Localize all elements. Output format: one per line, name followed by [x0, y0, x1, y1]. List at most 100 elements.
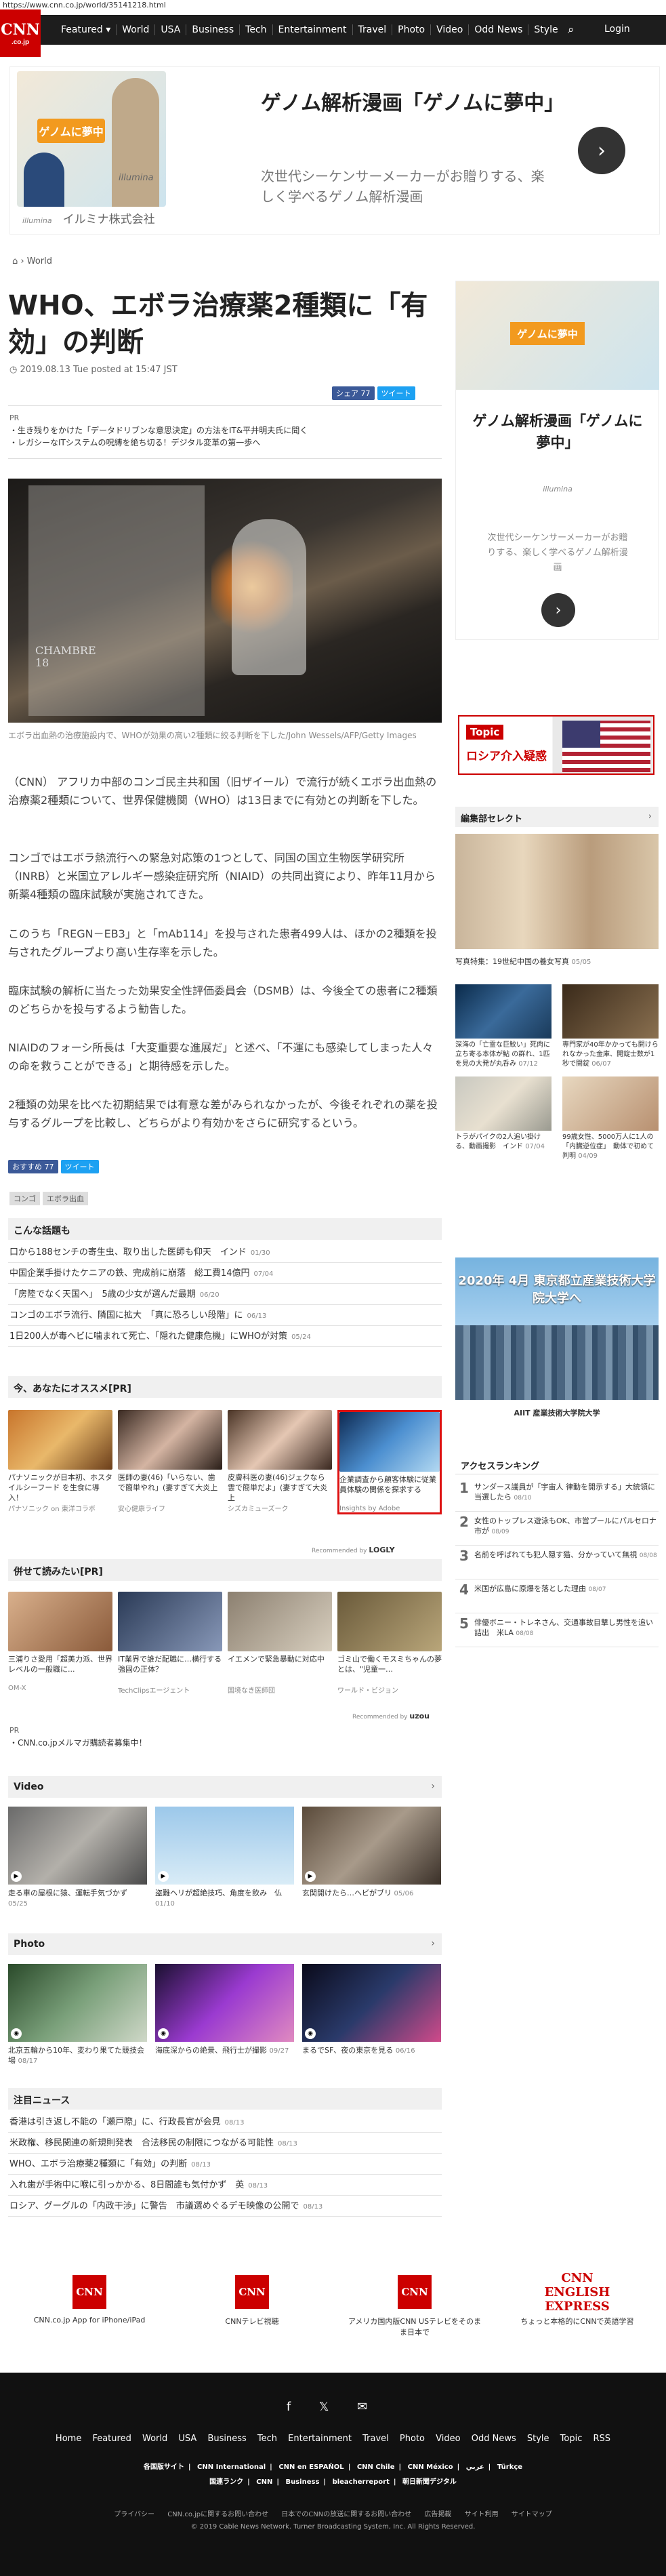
list-item[interactable]: 米政権、移民関連の新規則発表 合法移民の制限につながる可能性 08/13 [8, 2133, 442, 2154]
small-link[interactable]: 日本でのCNNの放送に関するお問い合わせ [281, 2511, 411, 2518]
footer-link[interactable]: Video [436, 2434, 460, 2444]
top-advertisement[interactable]: ゲノムに夢中 illumina ゲノム解析漫画「ゲノムに夢中」 次世代シーケンサ… [9, 66, 660, 235]
ranking-item[interactable]: 4 米国が広島に原爆を落とした理由 08/07 [455, 1579, 659, 1613]
facebook-recommend-button[interactable]: おすすめ 77 [8, 1160, 58, 1173]
cnn-logo[interactable]: CNN .co.jp [0, 9, 41, 57]
nav-link[interactable]: USA [154, 24, 186, 35]
chevron-right-icon[interactable]: › [648, 811, 652, 822]
edition-link[interactable]: CNN en ESPAÑOL [278, 2463, 344, 2471]
app-link[interactable]: CNN CNN.co.jp App for iPhone/iPad [22, 2275, 157, 2363]
chevron-right-icon[interactable]: › [578, 127, 625, 174]
recommend-card[interactable]: パナソニックが日本初、ホスタイルシーフード を生食に導入！ パナソニック on 東… [8, 1410, 112, 1514]
recommend-card[interactable]: 皮膚科医の妻(46)ジェクなら雲で簡単だよ」(妻すぎて大炎上 シズカミューズーク [228, 1410, 332, 1514]
small-link[interactable]: 広告掲載 [424, 2511, 451, 2518]
list-item[interactable]: ロシア、グーグルの「内政干渉」に警告 市議選めぐるデモ映像の公開で 08/13 [8, 2196, 442, 2217]
also-card[interactable]: イエメンで緊急暴動に対応中 国境なき医師団 [228, 1592, 332, 1695]
editor-card[interactable]: 99歳女性、5000万人に1人の「内臓逆位症」 動体で初めて判明 04/09 [562, 1076, 659, 1161]
app-link[interactable]: CNN CNNテレビ視聴 [184, 2275, 320, 2363]
edition-link[interactable]: Türkçe [497, 2463, 522, 2471]
search-icon[interactable]: ⌕ [568, 23, 575, 37]
chevron-right-icon[interactable]: › [431, 1938, 435, 1949]
social-icons[interactable]: f 𝕏 ✉ [0, 2400, 666, 2414]
list-item[interactable]: コンゴのエボラ流行、隣国に拡大 「真に恐ろしい段階」に 06/13 [8, 1305, 442, 1326]
footer-link[interactable]: Featured [92, 2434, 131, 2444]
also-card[interactable]: ゴミ山で働くモスミちゃんの夢とは、"児童一… ワールド・ビジョン [337, 1592, 442, 1695]
video-card[interactable]: ▶ 盗難ヘリが超絶技巧、角度を飲み 仏 01/10 [155, 1807, 294, 1909]
also-card[interactable]: IT業界で誰だ配職に…横行する強固の正体？ TechClipsエージェント [118, 1592, 222, 1695]
footer-link[interactable]: Entertainment [288, 2434, 352, 2444]
facebook-share-button[interactable]: シェア 77 [332, 386, 375, 400]
footer-link[interactable]: Photo [400, 2434, 425, 2444]
chevron-right-icon[interactable]: › [431, 1781, 435, 1792]
tag[interactable]: エボラ出血 [43, 1192, 88, 1205]
footer-link[interactable]: Travel [362, 2434, 389, 2444]
nav-link[interactable]: Tech [239, 24, 272, 35]
breadcrumb-world[interactable]: World [27, 256, 52, 266]
app-link[interactable]: CNN アメリカ国内版CNN USテレビをそのまま日本で [347, 2275, 482, 2363]
twitter-share-button[interactable]: ツイート [60, 1160, 99, 1173]
footer-link[interactable]: Odd News [472, 2434, 516, 2444]
partner-link[interactable]: CNN [256, 2478, 272, 2486]
pr-link[interactable]: ・生き残りをかけた「データドリブンな意思決定」の方法をIT&平井明夫氏に聞く [9, 424, 308, 437]
list-item[interactable]: WHO、エボラ治療薬2種類に「有効」の判断 08/13 [8, 2154, 442, 2175]
edition-link[interactable]: CNN International [197, 2463, 266, 2471]
list-item[interactable]: 1日200人が毒ヘビに噛まれて死亡、「隠れた健康危機」にWHOが対策 05/24 [8, 1326, 442, 1347]
photo-card[interactable]: ◉ まるでSF、夜の東京を見る 06/16 [302, 1964, 441, 2066]
list-item[interactable]: 「房陸でなく天国へ」 5歳の少女が選んだ最期 06/20 [8, 1284, 442, 1305]
footer-link[interactable]: RSS [594, 2434, 611, 2444]
footer-link[interactable]: Style [527, 2434, 549, 2444]
editor-big-image[interactable] [455, 834, 659, 949]
home-icon[interactable]: ⌂ [12, 256, 18, 266]
video-card[interactable]: ▶ 走る車の屋根に猿、運転手気づかず 05/25 [8, 1807, 147, 1909]
ranking-item[interactable]: 1 サンダース議員が「宇宙人 律動を開示する」大統領に当選したら 08/10 [455, 1478, 659, 1512]
tag[interactable]: コンゴ [9, 1192, 40, 1205]
ad-title[interactable]: ゲノム解析漫画「ゲノムに夢中」 [470, 410, 646, 454]
nav-link[interactable]: Photo [392, 24, 430, 35]
ad-title[interactable]: ゲノム解析漫画「ゲノムに夢中」 [261, 87, 564, 120]
video-card[interactable]: ▶ 玄関開けたら…ヘビがブリ 05/06 [302, 1807, 441, 1909]
edition-link[interactable]: 各国版サイト [144, 2463, 184, 2471]
list-item[interactable]: 口から188センチの寄生虫、取り出した医師も仰天 インド 01/30 [8, 1242, 442, 1263]
list-item[interactable]: 入れ歯が手術中に喉に引っかかる、8日間誰も気付かず 英 08/13 [8, 2175, 442, 2196]
chevron-right-icon[interactable]: › [541, 593, 575, 627]
small-link[interactable]: CNN.co.jpに関するお問い合わせ [167, 2511, 268, 2518]
login-button[interactable]: Login [596, 24, 638, 35]
list-item[interactable]: 香港は引き返し不能の「瀬戸際」に、行政長官が会見 08/13 [8, 2112, 442, 2133]
side-advertisement[interactable]: ゲノムに夢中 ゲノム解析漫画「ゲノムに夢中」 illumina 次世代シーケンサ… [455, 281, 659, 640]
footer-link[interactable]: USA [178, 2434, 196, 2444]
ranking-item[interactable]: 3 名前を呼ばれても犯人隠す猫、分かっていて無視 08/08 [455, 1546, 659, 1579]
nav-link[interactable]: World [116, 24, 154, 35]
nav-link[interactable]: Style [528, 24, 563, 35]
side-banner-ad[interactable]: 2020年 4月 東京都立産業技術大学院大学へ AIIT 産業技術大学院大学 [455, 1257, 659, 1427]
edition-link[interactable]: CNN México [408, 2463, 453, 2471]
pr-link[interactable]: ・レガシーなITシステムの呪縛を絶ち切る！デジタル変革の第一歩へ [9, 437, 308, 449]
editor-card[interactable]: 専門家が40年かかっても開けられなかった金庫、開錠士数が1秒で開錠 06/07 [562, 984, 659, 1069]
editor-big-caption[interactable]: 写真特集：19世紀中国の養女写真 05/05 [455, 956, 591, 967]
edition-link[interactable]: CNN Chile [357, 2463, 395, 2471]
footer-link[interactable]: Home [56, 2434, 81, 2444]
small-link[interactable]: サイトマップ [512, 2511, 552, 2518]
nav-link[interactable]: Odd News [468, 24, 528, 35]
partner-link[interactable]: bleacherreport [333, 2478, 390, 2486]
also-card[interactable]: 三浦りさ愛用「超美力派、世界レベルの一般職に... OM-X [8, 1592, 112, 1695]
nav-link[interactable]: Travel [352, 24, 392, 35]
footer-link[interactable]: Topic [560, 2434, 583, 2444]
footer-link[interactable]: Business [207, 2434, 246, 2444]
editor-card[interactable]: トラがパイクの2人追い掛ける、動画撮影 インド 07/04 [455, 1076, 551, 1161]
partner-link[interactable]: 国連ランク [209, 2478, 243, 2486]
footer-link[interactable]: World [142, 2434, 167, 2444]
app-link[interactable]: CNN ENGLISH EXPRESS ちょっと本格的にCNNで英語学習 [509, 2271, 645, 2363]
topic-banner[interactable]: Topic ロシア介入疑惑 [458, 715, 654, 775]
list-item[interactable]: 中国企業手掛けたケニアの鉄、完成前に崩落 総工費14億円 07/04 [8, 1263, 442, 1284]
partner-link[interactable]: Business [285, 2478, 319, 2486]
small-link[interactable]: サイト利用 [465, 2511, 499, 2518]
recommend-card[interactable]: 企業調査から顧客体験に従業員体験の関係を探求する Insights by Adob… [337, 1410, 442, 1514]
recommend-card[interactable]: 医師の妻(46)「いらない、歯で簡単やれ」(妻すぎて大炎上 安心健康ライフ [118, 1410, 222, 1514]
pr-link[interactable]: ・CNN.co.jpメルマガ購読者募集中！ [9, 1737, 147, 1748]
ranking-item[interactable]: 5 俳優ボニー・トレネさん、交通事故目撃し男性を追い詰出 米LA 08/08 [455, 1613, 659, 1647]
nav-link[interactable]: Business [186, 24, 239, 35]
photo-card[interactable]: ◉ 海底深からの絶景、飛行士が撮影 09/27 [155, 1964, 294, 2066]
twitter-share-button[interactable]: ツイート [377, 386, 415, 400]
edition-link[interactable]: عربي [466, 2463, 484, 2471]
ranking-item[interactable]: 2 女性のトップレス遊泳もOK、市営プールにパルセロナ市が 08/09 [455, 1512, 659, 1546]
